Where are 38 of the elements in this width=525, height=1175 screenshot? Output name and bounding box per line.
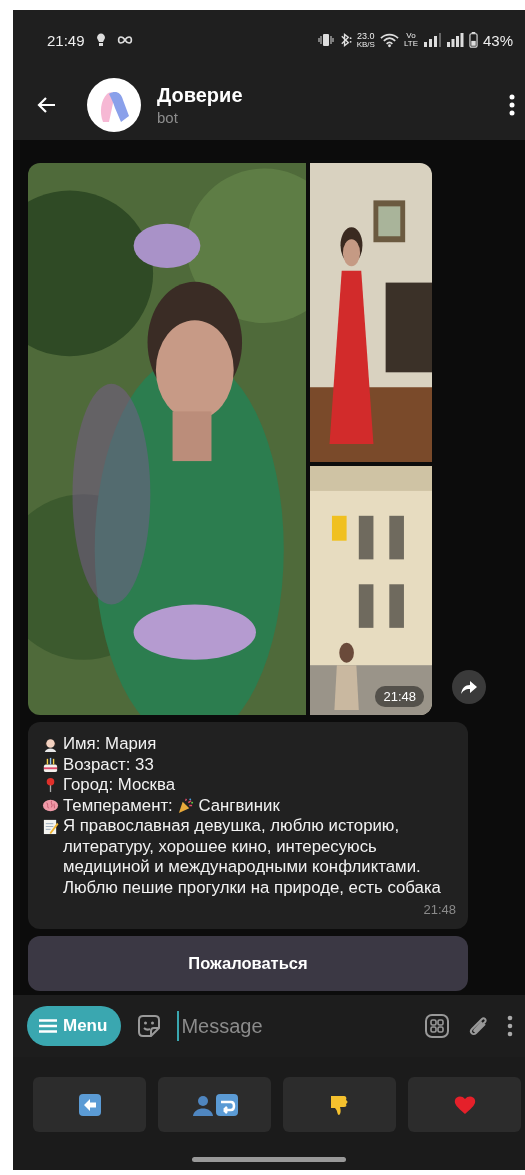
- message-line: Возраст: 33: [63, 754, 154, 774]
- chat-title: Доверие: [157, 84, 243, 107]
- volte-label: LTE: [403, 40, 418, 48]
- memo-icon: [42, 818, 59, 835]
- signal-icon: [422, 32, 441, 48]
- report-button[interactable]: Пожаловаться: [28, 935, 468, 991]
- wifi-icon: [379, 32, 399, 48]
- battery-percent: 43%: [482, 31, 513, 49]
- network-speed-unit: KB/S: [356, 40, 375, 49]
- clock: 21:49: [47, 31, 85, 49]
- message-value: Сангвиник: [198, 795, 280, 815]
- message-line: Темперамент:: [63, 795, 173, 815]
- message-field[interactable]: Message: [177, 1011, 409, 1041]
- share-button[interactable]: [452, 670, 486, 704]
- more-icon[interactable]: [509, 94, 515, 116]
- keyboard-button[interactable]: [33, 1077, 146, 1132]
- share-arrow-icon: [460, 678, 478, 696]
- vibrate-icon: [317, 32, 334, 48]
- message-paragraph: Я православная девушка, люблю историю, литературу, хорошее кино, интересуюсь медициной и международными конфликтами. Люблю пешие прогулки на природе, есть собака: [63, 816, 442, 898]
- message-line: Город: Москва: [63, 775, 175, 794]
- apps-icon[interactable]: [423, 1012, 451, 1040]
- cake-icon: [42, 755, 59, 773]
- message-line: Имя: Мария: [63, 734, 157, 753]
- network-speed: 23.0: [357, 31, 375, 41]
- lamp-icon: [94, 32, 107, 48]
- battery-icon: [468, 32, 478, 48]
- message-time: 21:48: [423, 902, 456, 917]
- keyboard-button[interactable]: [158, 1077, 271, 1132]
- photo-time: 21:48: [375, 686, 424, 707]
- menu-icon: [39, 1019, 57, 1033]
- avatar[interactable]: [87, 78, 141, 132]
- signal-icon: [445, 32, 464, 48]
- person-return-icon: [190, 1092, 239, 1117]
- more-icon[interactable]: [507, 1015, 513, 1037]
- chat-subtitle: bot: [157, 109, 179, 126]
- party-popper-icon: [177, 796, 195, 814]
- volte-label: Vo: [406, 32, 416, 40]
- keyboard-button[interactable]: [283, 1077, 396, 1132]
